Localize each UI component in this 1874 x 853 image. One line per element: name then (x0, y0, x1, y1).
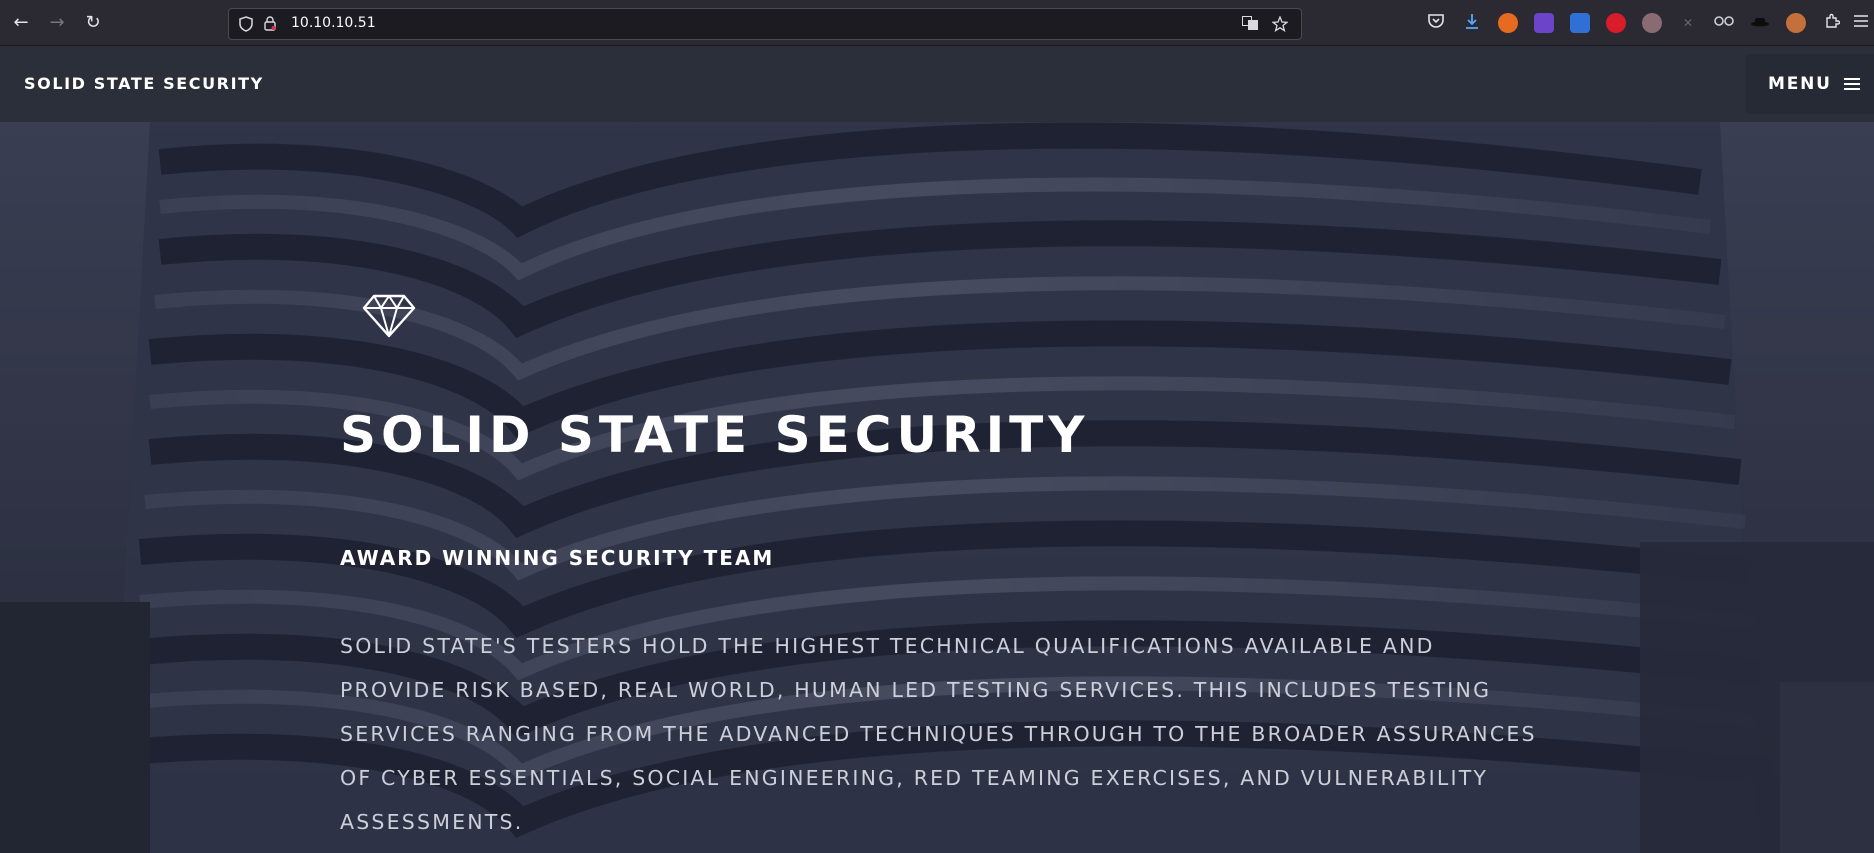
hero-subtitle: AWARD WINNING SECURITY TEAM (340, 546, 775, 570)
extension-purple-icon[interactable] (1534, 13, 1554, 33)
extensions-icon[interactable] (1822, 13, 1842, 33)
hero-description: Solid State's testers hold the highest t… (340, 634, 1537, 834)
hero-title: SOLID STATE SECURITY (340, 406, 1090, 464)
forward-button[interactable]: → (46, 12, 68, 34)
site-logo[interactable]: SOLID STATE SECURITY (24, 74, 264, 93)
hero-banner: SOLID STATE SECURITY AWARD WINNING SECUR… (0, 122, 1874, 853)
extension-hat-icon[interactable] (1750, 13, 1770, 33)
menu-label: MENU (1768, 74, 1832, 94)
extension-cookie-icon[interactable] (1642, 13, 1662, 33)
address-bar[interactable]: 10.10.10.51 (228, 8, 1302, 40)
extension-x-icon[interactable]: ✕ (1678, 13, 1698, 33)
bookmark-star-icon[interactable] (1271, 15, 1289, 34)
site-header: SOLID STATE SECURITY MENU (0, 46, 1874, 122)
reload-button[interactable]: ↻ (82, 12, 104, 34)
diamond-icon (362, 294, 416, 342)
extension-palette-icon[interactable] (1786, 13, 1806, 33)
translate-extension-icon[interactable] (1570, 13, 1590, 33)
hamburger-icon (1844, 78, 1860, 90)
lock-icon[interactable] (261, 16, 279, 34)
back-button[interactable]: ← (10, 12, 32, 34)
download-icon[interactable] (1462, 13, 1482, 33)
extension-red-icon[interactable] (1606, 13, 1626, 33)
url-text[interactable]: 10.10.10.51 (291, 15, 376, 31)
pocket-icon[interactable] (1426, 13, 1446, 33)
shield-icon[interactable] (237, 16, 255, 34)
browser-toolbar: ← → ↻ 10.10.10.51 ✕ (0, 0, 1874, 46)
translate-icon[interactable] (1241, 16, 1259, 34)
extension-glasses-icon[interactable] (1714, 13, 1734, 33)
menu-button[interactable]: MENU (1746, 54, 1874, 114)
extension-orange-icon[interactable] (1498, 13, 1518, 33)
menu-icon[interactable] (1852, 13, 1870, 33)
